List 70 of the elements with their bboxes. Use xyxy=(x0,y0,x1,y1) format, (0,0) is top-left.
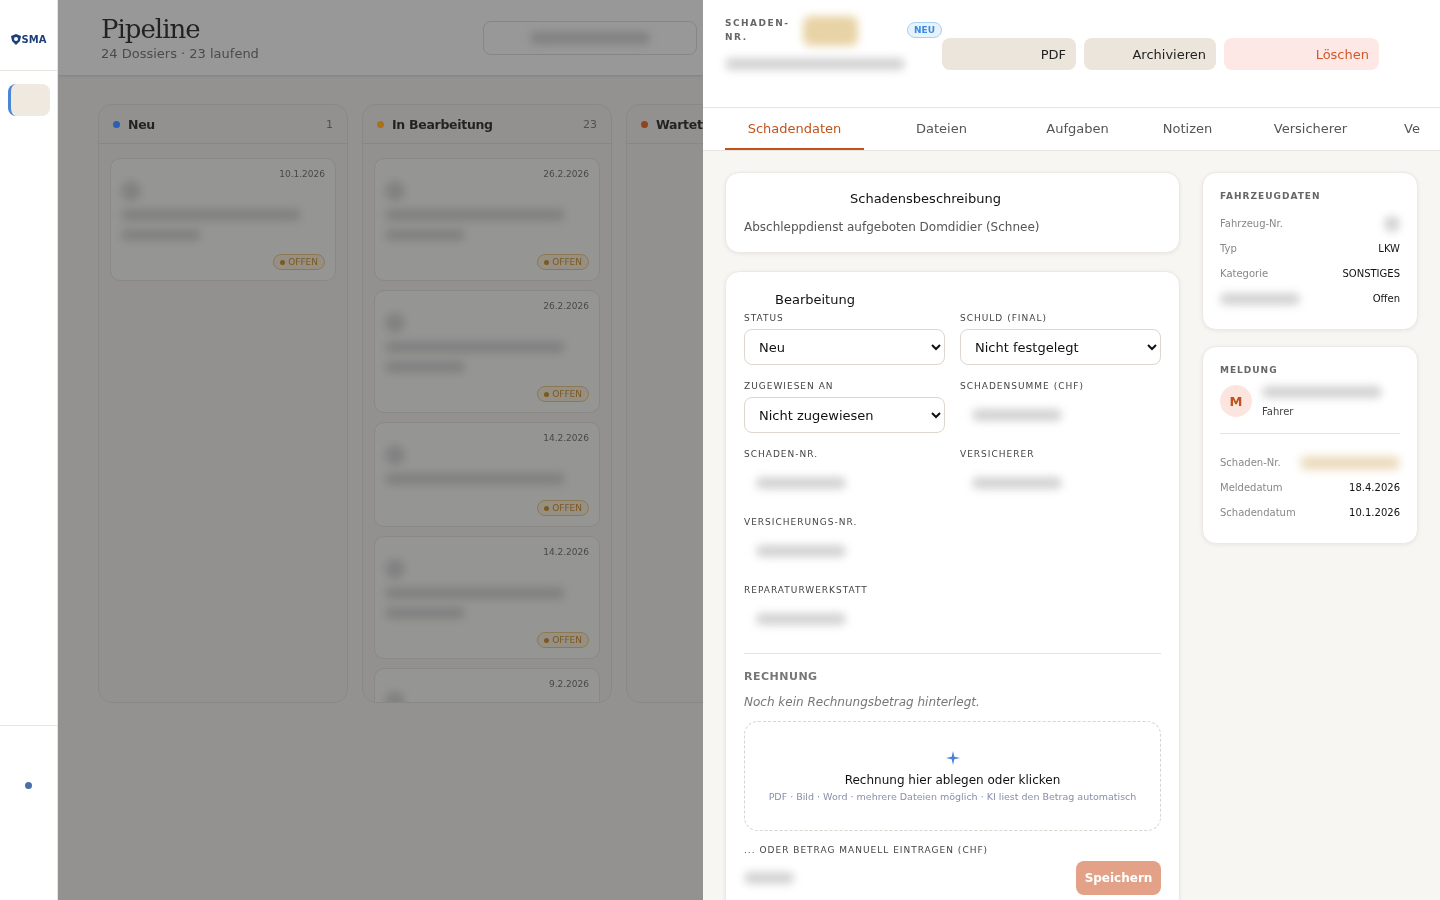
section-title: Bearbeitung xyxy=(775,292,856,307)
section-title: RECHNUNG xyxy=(744,670,819,683)
card-date: 9.2.2026 xyxy=(548,679,589,689)
tab[interactable]: Ve xyxy=(1382,108,1440,150)
info-label: Meldedatum xyxy=(1220,482,1283,493)
page-title: Pipeline xyxy=(101,14,201,44)
description-text: Abschleppdienst aufgeboten Domdidier (Schnee) xyxy=(744,220,1041,234)
info-label: Typ xyxy=(1220,243,1237,254)
tab[interactable]: Notizen xyxy=(1136,108,1239,150)
info-value: Offen xyxy=(1372,293,1400,304)
tab[interactable]: Aufgaben xyxy=(1019,108,1136,150)
blurred-field xyxy=(744,872,794,884)
card-date: 14.2.2026 xyxy=(543,547,589,557)
tab[interactable]: Dateien xyxy=(864,108,1019,150)
info-label: Schaden-Nr. xyxy=(1220,457,1281,468)
column-count: 23 xyxy=(583,117,597,131)
column-title: Wartet xyxy=(656,116,703,132)
info-value: 10.1.2026 xyxy=(1349,507,1400,518)
field-label: SCHADEN-NR. xyxy=(744,449,820,459)
section-title: MELDUNG xyxy=(1220,365,1279,375)
select-field[interactable]: Neu xyxy=(744,329,945,365)
field-label: VERSICHERER xyxy=(960,449,1036,459)
dropzone-title: Rechnung hier ablegen oder klicken xyxy=(844,772,1061,787)
action-button[interactable]: Archivieren xyxy=(1084,38,1216,70)
info-value: 18.4.2026 xyxy=(1349,482,1400,493)
status-badge: OFFEN xyxy=(537,632,589,648)
select-field[interactable]: Nicht zugewiesen xyxy=(744,397,945,433)
card-date: 26.2.2026 xyxy=(543,301,589,311)
column-count: 1 xyxy=(326,117,333,131)
field-label: VERSICHERUNGS-NR. xyxy=(744,517,859,527)
invoice-note: Noch kein Rechnungsbetrag hinterlegt. xyxy=(744,695,981,709)
card-date: 14.2.2026 xyxy=(543,433,589,443)
person-role: Fahrer xyxy=(1262,405,1295,417)
info-label: Kategorie xyxy=(1220,268,1269,279)
column-title: Neu xyxy=(128,116,156,132)
status-dot xyxy=(25,782,32,789)
card-date: 10.1.2026 xyxy=(279,169,325,179)
action-button[interactable]: PDF xyxy=(942,38,1076,70)
status-badge: NEU xyxy=(907,22,942,38)
field-label: ... ODER BETRAG MANUELL EINTRAGEN (CHF) xyxy=(744,845,990,855)
field-label: ZUGEWIESEN AN xyxy=(744,381,835,391)
field-label: SCHULD (FINAL) xyxy=(960,313,1048,323)
claim-number-label: SCHADEN-NR. xyxy=(725,17,791,44)
status-badge: OFFEN xyxy=(273,254,325,270)
field-label: REPARATURWERKSTATT xyxy=(744,585,869,595)
select-field[interactable]: Nicht festgelegt xyxy=(960,329,1161,365)
info-label: Fahrzeug-Nr. xyxy=(1220,218,1283,229)
nav-item[interactable] xyxy=(7,84,50,116)
info-value: SONSTIGES xyxy=(1342,268,1400,279)
company-logo: SMA xyxy=(10,32,47,46)
field-label: STATUS xyxy=(744,313,785,323)
status-badge: OFFEN xyxy=(537,500,589,516)
upload-dropzone[interactable]: Rechnung hier ablegen oder klicken PDF · Bild · Word · mehrere Dateien möglich · KI liest den Betrag automatisch xyxy=(744,721,1161,831)
status-badge: OFFEN xyxy=(537,386,589,402)
section-title: FAHRZEUGDATEN xyxy=(1220,191,1322,201)
action-button[interactable]: Löschen xyxy=(1224,38,1379,70)
column-title: In Bearbeitung xyxy=(392,116,494,132)
page-subtitle: 24 Dossiers · 23 laufend xyxy=(101,46,259,61)
avatar: M xyxy=(1220,385,1252,417)
field-label: SCHADENSUMME (CHF) xyxy=(960,381,1085,391)
card-date: 26.2.2026 xyxy=(543,169,589,179)
section-title: Schadensbeschreibung xyxy=(850,191,1002,206)
sparkle-icon xyxy=(945,750,960,765)
status-badge: OFFEN xyxy=(537,254,589,270)
blurred-text xyxy=(1384,215,1400,232)
info-value: LKW xyxy=(1378,243,1400,254)
tab[interactable]: Versicherer xyxy=(1239,108,1382,150)
blurred-text xyxy=(803,16,858,46)
dropzone-hint: PDF · Bild · Word · mehrere Dateien möglich · KI liest den Betrag automatisch xyxy=(768,790,1137,802)
info-label: Schadendatum xyxy=(1220,507,1296,518)
